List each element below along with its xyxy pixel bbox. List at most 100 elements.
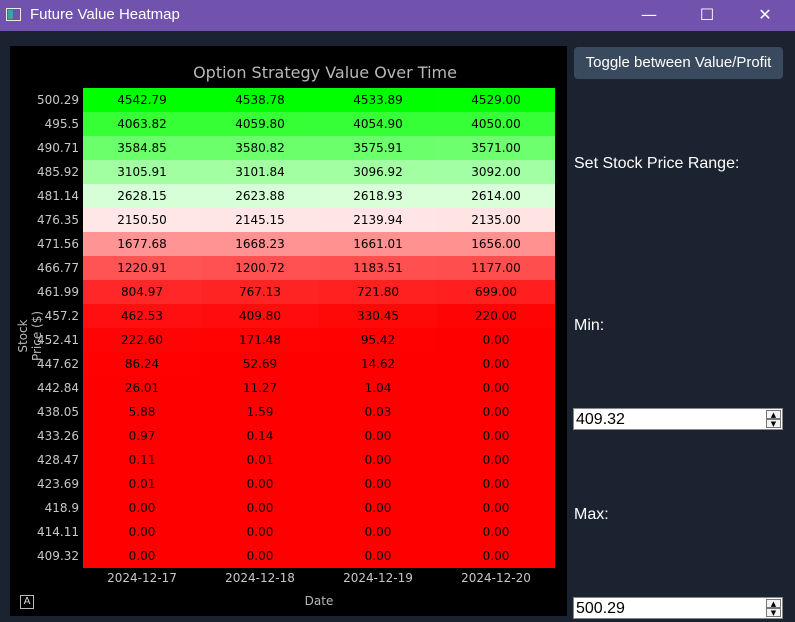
heatmap-cell[interactable]: 2628.15 — [83, 184, 201, 208]
heatmap-cell[interactable]: 0.00 — [319, 472, 437, 496]
heatmap-cell[interactable]: 1220.91 — [83, 256, 201, 280]
heatmap-cell[interactable]: 2618.93 — [319, 184, 437, 208]
heatmap-cell[interactable]: 1183.51 — [319, 256, 437, 280]
heatmap-cell[interactable]: 3580.82 — [201, 136, 319, 160]
heatmap-cell[interactable]: 2135.00 — [437, 208, 555, 232]
heatmap-row: 0.97 0.14 0.00 0.00 — [83, 424, 555, 448]
heatmap-cell[interactable]: 1656.00 — [437, 232, 555, 256]
max-spin-up-icon[interactable]: ▲ — [766, 599, 781, 608]
heatmap-cell[interactable]: 171.48 — [201, 328, 319, 352]
heatmap-cell[interactable]: 721.80 — [319, 280, 437, 304]
heatmap-cell[interactable]: 0.11 — [83, 448, 201, 472]
heatmap-cell[interactable]: 3105.91 — [83, 160, 201, 184]
heatmap-cell[interactable]: 14.62 — [319, 352, 437, 376]
heatmap-cell[interactable]: 0.00 — [319, 448, 437, 472]
min-value[interactable]: 409.32 — [576, 410, 625, 429]
heatmap-cell[interactable]: 86.24 — [83, 352, 201, 376]
min-spinbox[interactable]: 409.32 ▲ ▼ — [573, 408, 783, 430]
heatmap-cell[interactable]: 0.00 — [437, 424, 555, 448]
heatmap-cell[interactable]: 5.88 — [83, 400, 201, 424]
heatmap-cell[interactable]: 0.00 — [201, 544, 319, 568]
heatmap-cell[interactable]: 0.00 — [201, 472, 319, 496]
heatmap-cell[interactable]: 4063.82 — [83, 112, 201, 136]
max-value[interactable]: 500.29 — [576, 599, 625, 618]
heatmap-cell[interactable]: 95.42 — [319, 328, 437, 352]
heatmap-cell[interactable]: 1661.01 — [319, 232, 437, 256]
heatmap-cell[interactable]: 3584.85 — [83, 136, 201, 160]
heatmap-cell[interactable]: 1677.68 — [83, 232, 201, 256]
minimize-button[interactable]: — — [626, 0, 672, 31]
heatmap-cell[interactable]: 26.01 — [83, 376, 201, 400]
heatmap-cell[interactable]: 0.00 — [437, 448, 555, 472]
heatmap-cell[interactable]: 222.60 — [83, 328, 201, 352]
heatmap-cell[interactable]: 1177.00 — [437, 256, 555, 280]
heatmap-cell[interactable]: 0.00 — [201, 520, 319, 544]
heatmap-cell[interactable]: 2139.94 — [319, 208, 437, 232]
heatmap-plot[interactable]: Option Strategy Value Over Time 500.29 49… — [10, 46, 567, 616]
heatmap-cell[interactable]: 0.00 — [437, 496, 555, 520]
heatmap-cell[interactable]: 0.97 — [83, 424, 201, 448]
heatmap-cell[interactable]: 1.04 — [319, 376, 437, 400]
heatmap-cell[interactable]: 0.01 — [201, 448, 319, 472]
heatmap-cell[interactable]: 0.00 — [437, 472, 555, 496]
heatmap-cell[interactable]: 0.00 — [437, 400, 555, 424]
heatmap-cell[interactable]: 0.00 — [83, 544, 201, 568]
heatmap-cell[interactable]: 4529.00 — [437, 88, 555, 112]
heatmap-cell[interactable]: 4538.78 — [201, 88, 319, 112]
heatmap-cell[interactable]: 2150.50 — [83, 208, 201, 232]
heatmap-cell[interactable]: 3092.00 — [437, 160, 555, 184]
heatmap-cell[interactable]: 11.27 — [201, 376, 319, 400]
maximize-button[interactable]: ☐ — [684, 0, 730, 31]
heatmap-cell[interactable]: 0.00 — [319, 424, 437, 448]
heatmap-cell[interactable]: 4533.89 — [319, 88, 437, 112]
heatmap-cell[interactable]: 462.53 — [83, 304, 201, 328]
heatmap-cell[interactable]: 0.00 — [319, 544, 437, 568]
max-spin-down-icon[interactable]: ▼ — [766, 608, 781, 617]
heatmap-cell[interactable]: 0.00 — [437, 544, 555, 568]
heatmap-cell[interactable]: 4054.90 — [319, 112, 437, 136]
heatmap-cell[interactable]: 3101.84 — [201, 160, 319, 184]
heatmap-cell[interactable]: 4542.79 — [83, 88, 201, 112]
y-tick-label: 500.29 — [37, 93, 79, 107]
heatmap-cell[interactable]: 409.80 — [201, 304, 319, 328]
heatmap-cell[interactable]: 1200.72 — [201, 256, 319, 280]
auto-range-button[interactable]: A — [20, 595, 34, 609]
heatmap-cell[interactable]: 0.00 — [319, 496, 437, 520]
heatmap-cell[interactable]: 0.00 — [83, 520, 201, 544]
heatmap-cell[interactable]: 767.13 — [201, 280, 319, 304]
heatmap-cell[interactable]: 220.00 — [437, 304, 555, 328]
heatmap-cell[interactable]: 0.00 — [437, 352, 555, 376]
heatmap-cell[interactable]: 2145.15 — [201, 208, 319, 232]
heatmap-cell[interactable]: 0.00 — [319, 520, 437, 544]
heatmap-cell[interactable]: 0.00 — [83, 496, 201, 520]
toggle-value-profit-button[interactable]: Toggle between Value/Profit — [574, 47, 783, 79]
min-spin-up-icon[interactable]: ▲ — [766, 410, 781, 419]
heatmap-cell[interactable]: 4050.00 — [437, 112, 555, 136]
heatmap-cell[interactable]: 2623.88 — [201, 184, 319, 208]
min-spin-buttons: ▲ ▼ — [766, 410, 781, 428]
heatmap-cell[interactable]: 0.14 — [201, 424, 319, 448]
close-button[interactable]: ✕ — [742, 0, 788, 31]
heatmap-row: 1220.91 1200.72 1183.51 1177.00 — [83, 256, 555, 280]
max-spinbox[interactable]: 500.29 ▲ ▼ — [573, 597, 783, 619]
heatmap-cell[interactable]: 0.03 — [319, 400, 437, 424]
heatmap-cell[interactable]: 3096.92 — [319, 160, 437, 184]
heatmap-cell[interactable]: 0.00 — [437, 520, 555, 544]
heatmap-grid[interactable]: 4542.79 4538.78 4533.89 4529.00 4063.82 4059.… — [83, 88, 555, 568]
heatmap-cell[interactable]: 52.69 — [201, 352, 319, 376]
heatmap-cell[interactable]: 0.01 — [83, 472, 201, 496]
heatmap-cell[interactable]: 3571.00 — [437, 136, 555, 160]
heatmap-cell[interactable]: 804.97 — [83, 280, 201, 304]
heatmap-cell[interactable]: 1.59 — [201, 400, 319, 424]
heatmap-cell[interactable]: 0.00 — [437, 328, 555, 352]
heatmap-cell[interactable]: 330.45 — [319, 304, 437, 328]
heatmap-cell[interactable]: 0.00 — [437, 376, 555, 400]
heatmap-cell[interactable]: 2614.00 — [437, 184, 555, 208]
heatmap-cell[interactable]: 699.00 — [437, 280, 555, 304]
heatmap-cell[interactable]: 3575.91 — [319, 136, 437, 160]
heatmap-row: 4542.79 4538.78 4533.89 4529.00 — [83, 88, 555, 112]
min-spin-down-icon[interactable]: ▼ — [766, 419, 781, 428]
heatmap-cell[interactable]: 1668.23 — [201, 232, 319, 256]
heatmap-cell[interactable]: 0.00 — [201, 496, 319, 520]
heatmap-cell[interactable]: 4059.80 — [201, 112, 319, 136]
